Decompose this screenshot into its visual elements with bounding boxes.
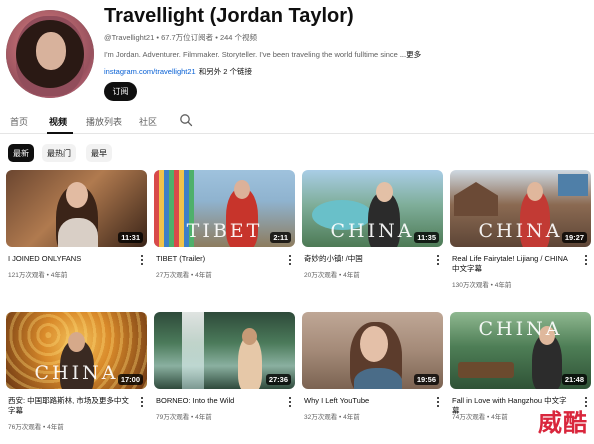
thumbnail-clothing xyxy=(354,368,402,389)
video-duration: 11:35 xyxy=(414,232,439,243)
channel-meta: @Travellight21 • 67.7万位订阅者 • 244 个视频 xyxy=(104,33,258,42)
thumbnail-face xyxy=(234,180,250,199)
video-title[interactable]: 西安: 中国耶路斯林, 市场及更多中文字幕 xyxy=(8,396,130,416)
more-vert-icon[interactable] xyxy=(139,254,145,266)
video-stats: 20万次观看 • 4年前 xyxy=(304,272,360,279)
tab-community[interactable]: 社区 xyxy=(139,115,157,128)
description-more-link[interactable]: ...更多 xyxy=(400,50,421,59)
video-grid: 11:31 I JOINED ONLYFANS 121万次观看 • 4年前 TI… xyxy=(0,170,594,444)
thumbnail-face xyxy=(376,182,393,202)
video-stats: 76万次观看 • 4年前 xyxy=(8,424,64,431)
thumbnail-face xyxy=(68,332,85,352)
channel-title: Travellight (Jordan Taylor) xyxy=(104,5,354,27)
video-thumbnail[interactable]: CHINA 21:48 xyxy=(450,312,591,389)
video-stats: 130万次观看 • 4年前 xyxy=(452,282,512,289)
video-title[interactable]: TIBET (Trailer) xyxy=(156,254,278,264)
chip-popular[interactable]: 最热门 xyxy=(42,144,76,162)
video-duration: 11:31 xyxy=(118,232,143,243)
video-stats: 27万次观看 • 4年前 xyxy=(156,272,212,279)
channel-header: Travellight (Jordan Taylor) @Travellight… xyxy=(0,0,594,104)
channel-avatar[interactable] xyxy=(6,10,94,98)
thumbnail-clothing xyxy=(58,218,98,247)
video-title[interactable]: 奇妙的小镇! /中国 xyxy=(304,254,426,264)
building-roof-shape xyxy=(454,182,498,216)
active-tab-indicator xyxy=(47,132,73,134)
video-stats: 121万次观看 • 4年前 xyxy=(8,272,68,279)
thumbnail-face xyxy=(66,182,88,208)
video-stats: 74万次观看 • 4年前 xyxy=(452,414,508,421)
more-vert-icon[interactable] xyxy=(287,254,293,266)
tab-videos[interactable]: 视频 xyxy=(49,115,67,128)
video-duration: 17:00 xyxy=(117,374,143,385)
tab-playlists[interactable]: 播放列表 xyxy=(86,115,122,128)
sort-chips: 最新 最热门 最早 xyxy=(0,144,594,164)
video-title[interactable]: Why I Left YouTube xyxy=(304,396,426,406)
video-duration: 21:48 xyxy=(561,374,587,385)
video-title[interactable]: Real Life Fairytale! Lijiang / CHINA 中文字… xyxy=(452,254,574,274)
more-links-text[interactable]: 和另外 2 个链接 xyxy=(199,67,252,76)
video-thumbnail[interactable]: TIBET 2:11 xyxy=(154,170,295,247)
chip-oldest[interactable]: 最早 xyxy=(86,144,112,162)
channel-description-text: I'm Jordan. Adventurer. Filmmaker. Story… xyxy=(104,50,398,59)
watermark-logo: 威酷 xyxy=(538,409,588,437)
avatar-ring xyxy=(6,10,94,98)
boat-shape xyxy=(458,362,514,378)
video-thumbnail[interactable]: 19:56 xyxy=(302,312,443,389)
video-thumbnail[interactable]: 27:36 xyxy=(154,312,295,389)
more-vert-icon[interactable] xyxy=(287,396,293,408)
more-vert-icon[interactable] xyxy=(435,396,441,408)
instagram-link[interactable]: instagram.com/travellight21 xyxy=(104,67,196,76)
video-title[interactable]: BORNEO: Into the Wild xyxy=(156,396,278,406)
thumbnail-face xyxy=(242,328,257,345)
video-stats: 79万次观看 • 4年前 xyxy=(156,414,212,421)
video-thumbnail[interactable]: 11:31 xyxy=(6,170,147,247)
more-vert-icon[interactable] xyxy=(139,396,145,408)
thumbnail-face xyxy=(527,182,543,201)
more-vert-icon[interactable] xyxy=(583,254,589,266)
subscribe-button[interactable]: 订阅 xyxy=(104,82,137,101)
tab-home[interactable]: 首页 xyxy=(10,115,28,128)
video-duration: 27:36 xyxy=(265,374,291,385)
thumbnail-face xyxy=(360,326,388,362)
video-thumbnail[interactable]: CHINA 11:35 xyxy=(302,170,443,247)
video-duration: 2:11 xyxy=(270,232,291,243)
search-icon[interactable] xyxy=(179,113,193,127)
chip-latest[interactable]: 最新 xyxy=(8,144,34,162)
more-vert-icon[interactable] xyxy=(435,254,441,266)
thumbnail-overlay-text: CHINA xyxy=(478,318,563,340)
video-duration: 19:27 xyxy=(561,232,587,243)
channel-tabs: 首页 视频 播放列表 社区 xyxy=(0,108,594,134)
channel-links: instagram.com/travellight21 和另外 2 个链接 xyxy=(104,66,252,77)
video-title[interactable]: I JOINED ONLYFANS xyxy=(8,254,130,264)
video-stats: 32万次观看 • 4年前 xyxy=(304,414,360,421)
building-sign-shape xyxy=(558,174,588,196)
video-duration: 19:56 xyxy=(413,374,439,385)
waterfall-shape xyxy=(182,312,204,389)
video-thumbnail[interactable]: CHINA 17:00 xyxy=(6,312,147,389)
channel-description[interactable]: I'm Jordan. Adventurer. Filmmaker. Story… xyxy=(104,49,421,60)
video-thumbnail[interactable]: CHINA 19:27 xyxy=(450,170,591,247)
